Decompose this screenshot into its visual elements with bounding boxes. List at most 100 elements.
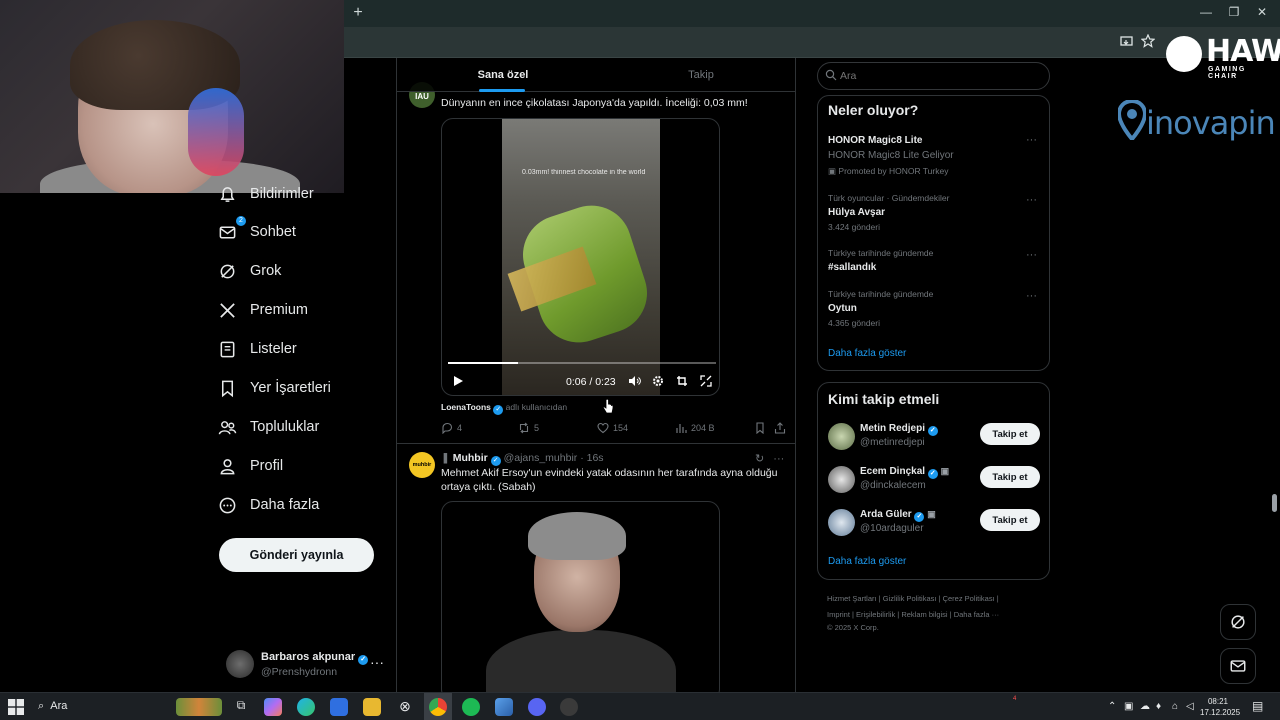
follow-suggestion[interactable]: Metin Redjepi ✓ @metinredjepi Takip et <box>828 421 1040 453</box>
video-credit[interactable]: LoenaToons ✓ adlı kullanıcıdan <box>441 402 567 415</box>
minimize-button[interactable]: — <box>1196 5 1216 19</box>
spotify-icon[interactable] <box>462 698 480 716</box>
trends-show-more-link[interactable]: Daha fazla göster <box>828 348 906 359</box>
follow-button[interactable]: Takip et <box>980 509 1040 531</box>
fullscreen-icon[interactable] <box>700 375 712 387</box>
edge-icon[interactable] <box>297 698 315 716</box>
video-player[interactable]: 0.03mm! thinnest chocolate in the world … <box>441 118 720 396</box>
post-author-handle[interactable]: @ajans_muhbir <box>504 452 578 464</box>
steam-icon[interactable] <box>495 698 513 716</box>
bookmark-post-button[interactable] <box>754 422 766 434</box>
verified-badge-icon: ✓ <box>358 655 369 665</box>
follow-button[interactable]: Takip et <box>980 423 1040 445</box>
who-show-more-link[interactable]: Daha fazla göster <box>828 556 906 567</box>
discord-icon[interactable] <box>528 698 546 716</box>
post-author-name[interactable]: Muhbir <box>453 452 488 464</box>
grok-float-button[interactable] <box>1220 604 1256 640</box>
trend-more-button[interactable]: ··· <box>1026 194 1037 206</box>
nav-item-chat[interactable]: 2 Sohbet <box>218 214 378 250</box>
page-scrollbar-thumb[interactable] <box>1272 494 1277 512</box>
post-author-avatar[interactable]: muhbir <box>409 452 435 478</box>
settings-gear-icon[interactable] <box>652 375 664 387</box>
post-text-line: ortaya çıktı. (Sabah) <box>441 481 536 493</box>
follow-button[interactable]: Takip et <box>980 466 1040 488</box>
cloud-icon[interactable]: ☁ <box>1140 701 1150 712</box>
trend-title[interactable]: Oytun <box>828 303 857 314</box>
post-timestamp[interactable]: · 16s <box>580 452 603 464</box>
footer-links[interactable]: Hizmet Şartları | Gizlilik Politikası | … <box>827 594 1047 603</box>
chrome-icon[interactable] <box>429 698 447 716</box>
like-button[interactable]: 154 <box>597 422 628 434</box>
follow-suggestion[interactable]: Ecem Dinçkal ✓ ▣ @dinckalecem Takip et <box>828 464 1040 496</box>
taskbar-clock[interactable]: 08:21 17.12.2025 <box>1200 696 1240 718</box>
trend-title[interactable]: #sallandık <box>828 262 876 273</box>
volume-icon[interactable]: ◁ <box>1186 701 1194 712</box>
account-switcher[interactable]: Barbaros akpunar ✓ @Prenshydronn ··· <box>226 648 396 684</box>
task-view-icon[interactable]: ⧉ <box>232 698 250 716</box>
clock-time: 08:21 <box>1207 697 1229 706</box>
post-text-line: Mehmet Akif Ersoy'un evindeki yatak odas… <box>441 467 778 479</box>
copilot-icon[interactable] <box>264 698 282 716</box>
nav-item-communities[interactable]: Topluluklar <box>218 409 378 445</box>
volume-icon[interactable] <box>628 375 641 387</box>
webcam-headset <box>188 88 244 176</box>
picture-in-picture-icon[interactable] <box>676 375 688 387</box>
nav-item-grok[interactable]: Grok <box>218 253 378 289</box>
list-icon <box>220 341 235 357</box>
trend-count: 3.424 gönderi <box>828 222 880 232</box>
video-caption: 0.03mm! thinnest chocolate in the world <box>522 169 646 176</box>
trend-more-button[interactable]: ··· <box>1026 290 1037 302</box>
taskbar-search[interactable]: ⌕ Ara <box>38 700 67 713</box>
nav-item-more[interactable]: Daha fazla <box>218 487 378 523</box>
tray-icon[interactable]: ▣ <box>1124 701 1133 712</box>
tab-following[interactable]: Takip <box>651 69 751 81</box>
account-more-button[interactable]: ··· <box>370 654 384 670</box>
nav-item-bookmarks[interactable]: Yer İşaretleri <box>218 370 378 406</box>
close-window-button[interactable]: ✕ <box>1252 5 1272 19</box>
reply-icon <box>442 422 453 434</box>
play-icon[interactable] <box>452 375 464 387</box>
trend-title[interactable]: HONOR Magic8 Lite <box>828 135 922 146</box>
post-more-button[interactable]: ··· <box>773 453 784 465</box>
nav-item-lists[interactable]: Listeler <box>218 331 378 367</box>
install-app-icon[interactable] <box>1120 35 1134 49</box>
grok-icon[interactable]: ↻ <box>755 453 764 465</box>
nav-item-profile[interactable]: Profil <box>218 448 378 484</box>
who-to-follow-title: Kimi takip etmeli <box>828 391 940 407</box>
trend-title[interactable]: Hülya Avşar <box>828 207 885 218</box>
file-explorer-icon[interactable] <box>363 698 381 716</box>
new-tab-button[interactable]: + <box>348 4 368 22</box>
footer-links[interactable]: Imprint | Erişilebilirlik | Reklam bilgi… <box>827 610 1047 619</box>
trend-more-button[interactable]: ··· <box>1026 134 1037 146</box>
trend-more-button[interactable]: ··· <box>1026 249 1037 261</box>
bookmark-star-icon[interactable] <box>1141 34 1155 48</box>
widgets-icon[interactable] <box>176 698 222 716</box>
notification-center-icon[interactable]: ▤ <box>1252 699 1263 713</box>
repost-button[interactable]: 5 <box>518 422 539 434</box>
restore-button[interactable]: ❐ <box>1224 5 1244 19</box>
app-icon[interactable] <box>560 698 578 716</box>
xbox-icon[interactable]: ⊗ <box>396 698 414 716</box>
microphone-icon[interactable]: ♦ <box>1156 701 1161 712</box>
search-input[interactable] <box>817 62 1050 90</box>
nav-item-premium[interactable]: Premium <box>218 292 378 328</box>
post-text: Dünyanın en ince çikolatası Japonya'da y… <box>441 97 748 109</box>
post-header: ❚ Muhbir ✓ @ajans_muhbir · 16s <box>441 452 604 466</box>
windows-start-icon[interactable] <box>8 699 24 715</box>
network-icon[interactable]: ⌂ <box>1172 701 1178 712</box>
tab-for-you[interactable]: Sana özel <box>453 69 553 81</box>
views-button[interactable]: 204 B <box>675 422 715 434</box>
nav-item-notifications[interactable]: Bildirimler <box>218 176 378 212</box>
share-button[interactable] <box>774 422 786 434</box>
reply-button[interactable]: 4 <box>441 422 462 434</box>
chevron-up-icon[interactable]: ⌃ <box>1108 701 1116 712</box>
follow-suggestion[interactable]: Arda Güler ✓ ▣ @10ardaguler Takip et <box>828 507 1040 539</box>
credit-name[interactable]: LoenaToons <box>441 402 491 412</box>
verified-badge-icon: ✓ <box>927 426 938 436</box>
post-photo[interactable] <box>441 501 720 692</box>
outlook-icon[interactable] <box>330 698 348 716</box>
messages-float-button[interactable] <box>1220 648 1256 684</box>
post-button[interactable]: Gönderi yayınla <box>219 538 374 572</box>
notification-count: 4 <box>1013 696 1017 702</box>
affiliate-badge-icon: ▣ <box>927 509 936 519</box>
